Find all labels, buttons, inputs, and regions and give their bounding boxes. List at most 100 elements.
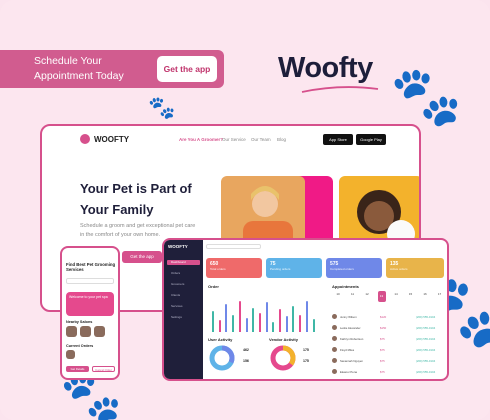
order-bar <box>232 314 235 332</box>
sidebar-item-orders[interactable]: Orders <box>167 271 200 276</box>
sidebar-item-groomers[interactable]: Groomers <box>167 282 200 287</box>
appointment-name: Jenny Wilson <box>340 314 357 319</box>
calendar-day[interactable]: 10 <box>334 292 342 296</box>
brand-logo: Woofty <box>278 52 373 84</box>
website-logo-text: WOOFTY <box>94 134 130 144</box>
appointment-price: $75 <box>380 358 385 363</box>
calendar-day[interactable]: 11 <box>349 292 357 296</box>
stat-completed-orders: 575 Completed orders <box>326 258 382 278</box>
dashboard-logo: WOOFTY <box>168 244 188 249</box>
stat-pending-orders: 75 Pending orders <box>266 258 322 278</box>
phone-search-input[interactable] <box>66 278 114 284</box>
nav-link-blog[interactable]: Blog <box>277 137 286 142</box>
vendor-activity-title: Vendor Activity <box>269 337 298 342</box>
order-bar <box>292 305 295 332</box>
phone-promo-card[interactable]: Welcome to your pet spa <box>66 292 114 316</box>
appointment-phone: (209) 555-0104 <box>416 314 436 319</box>
get-app-button[interactable]: Get the app <box>157 56 217 82</box>
order-bar <box>218 319 221 332</box>
dashboard-search-input[interactable] <box>206 244 261 249</box>
calendar-day[interactable]: 13 <box>377 291 386 302</box>
sidebar-item-clients[interactable]: Clients <box>167 293 200 298</box>
banner-text: Schedule Your Appointment Today <box>34 55 124 82</box>
avatar <box>332 336 337 341</box>
hero-get-app-button[interactable]: Get the app <box>122 251 162 263</box>
appointment-price: $75 <box>380 336 385 341</box>
calendar-day[interactable]: 16 <box>421 292 429 296</box>
salon-thumb[interactable] <box>94 326 105 337</box>
nav-link-team[interactable]: Our Team <box>251 137 271 142</box>
user-activity-value-a: 462 <box>243 348 249 352</box>
user-activity-value-b: 156 <box>243 359 249 363</box>
order-chart-title: Order <box>208 284 219 289</box>
promo-banner: Schedule Your Appointment Today Get the … <box>0 50 224 88</box>
order-bar <box>252 307 255 332</box>
dashboard-sidebar: WOOFTY Dashboard Orders Groomers Clients… <box>164 240 203 379</box>
appointment-phone: (209) 555-0104 <box>416 358 436 363</box>
sidebar-item-settings[interactable]: Settings <box>167 315 200 320</box>
order-bar <box>265 302 268 332</box>
calendar-day[interactable]: 12 <box>363 292 371 296</box>
avatar <box>332 347 337 352</box>
order-bar <box>305 301 308 332</box>
stat-label: Completed orders <box>330 267 354 271</box>
logo-icon <box>80 134 90 144</box>
appointment-name: Floyd Miles <box>340 347 355 352</box>
appointment-row[interactable]: Kathryn Robertson $75 (209) 555-0104 <box>332 335 447 343</box>
get-details-button[interactable]: Get Details <box>66 366 89 372</box>
order-bar <box>299 314 302 332</box>
appointment-row[interactable]: Leslie Alexander $150 (209) 555-0104 <box>332 324 447 332</box>
order-bar <box>258 312 261 332</box>
appointment-row[interactable]: Floyd Miles $75 (209) 555-0104 <box>332 346 447 354</box>
appointment-phone: (209) 555-0104 <box>416 347 436 352</box>
cancel-order-button[interactable]: Cancel Order <box>92 366 115 372</box>
vendor-activity-value-b: 175 <box>303 359 309 363</box>
order-bar <box>312 318 315 332</box>
appointment-price: $75 <box>380 347 385 352</box>
nav-link-service[interactable]: Our Service <box>222 137 246 142</box>
appointment-price: $150 <box>380 325 387 330</box>
appointment-phone: (209) 555-0104 <box>416 325 436 330</box>
appointment-row[interactable]: Jenny Wilson $120 (209) 555-0104 <box>332 313 447 321</box>
admin-dashboard: WOOFTY Dashboard Orders Groomers Clients… <box>162 238 449 381</box>
appointment-name: Leslie Alexander <box>340 325 361 330</box>
salon-thumb[interactable] <box>80 326 91 337</box>
stat-label: Total orders <box>210 267 226 271</box>
calendar-day[interactable]: 15 <box>407 292 415 296</box>
appointment-row[interactable]: Eleanor Pena $75 (209) 555-0104 <box>332 368 447 376</box>
user-activity-donut <box>209 345 235 371</box>
appointment-phone: (209) 555-0104 <box>416 369 436 374</box>
order-bar <box>212 311 214 332</box>
paw-icon: 🐾 <box>148 96 176 121</box>
appointments-title: Appointments <box>332 284 359 289</box>
phone-promo-text: Welcome to your pet spa <box>69 295 108 299</box>
appointment-price: $120 <box>380 314 387 319</box>
website-logo[interactable]: WOOFTY <box>80 134 129 144</box>
stat-label: Active orders <box>390 267 408 271</box>
vendor-activity-value-a: 175 <box>303 348 309 352</box>
paw-icon: 🐾 <box>390 62 463 130</box>
order-thumb <box>66 350 75 359</box>
hero-photo-dog-owner <box>221 176 305 246</box>
salon-thumb[interactable] <box>66 326 77 337</box>
sidebar-item-dashboard[interactable]: Dashboard <box>167 260 200 265</box>
google-play-badge[interactable]: Google Play <box>356 134 386 145</box>
app-store-badge[interactable]: App Store <box>323 134 353 145</box>
website-nav: WOOFTY Are You A Groomer? Our Service Ou… <box>42 126 419 154</box>
order-bar <box>225 304 228 332</box>
avatar <box>332 369 337 374</box>
phone-title: Find Best Pet Grooming Services <box>66 262 116 272</box>
calendar-day[interactable]: 17 <box>436 292 444 296</box>
sidebar-item-services[interactable]: Services <box>167 304 200 309</box>
avatar <box>332 314 337 319</box>
appointment-name: Eleanor Pena <box>340 369 357 374</box>
vendor-activity-donut <box>270 345 296 371</box>
order-bar <box>245 318 248 332</box>
nav-link-groomer[interactable]: Are You A Groomer? <box>179 137 223 142</box>
appointment-row[interactable]: Savannah Nguyen $75 (209) 555-0104 <box>332 357 447 365</box>
phone-section-orders: Current Orders <box>66 344 94 348</box>
calendar-day[interactable]: 14 <box>392 292 400 296</box>
order-bar <box>272 321 275 332</box>
mobile-app-mockup: Find Best Pet Grooming Services Welcome … <box>60 246 120 380</box>
order-bar <box>285 316 288 332</box>
